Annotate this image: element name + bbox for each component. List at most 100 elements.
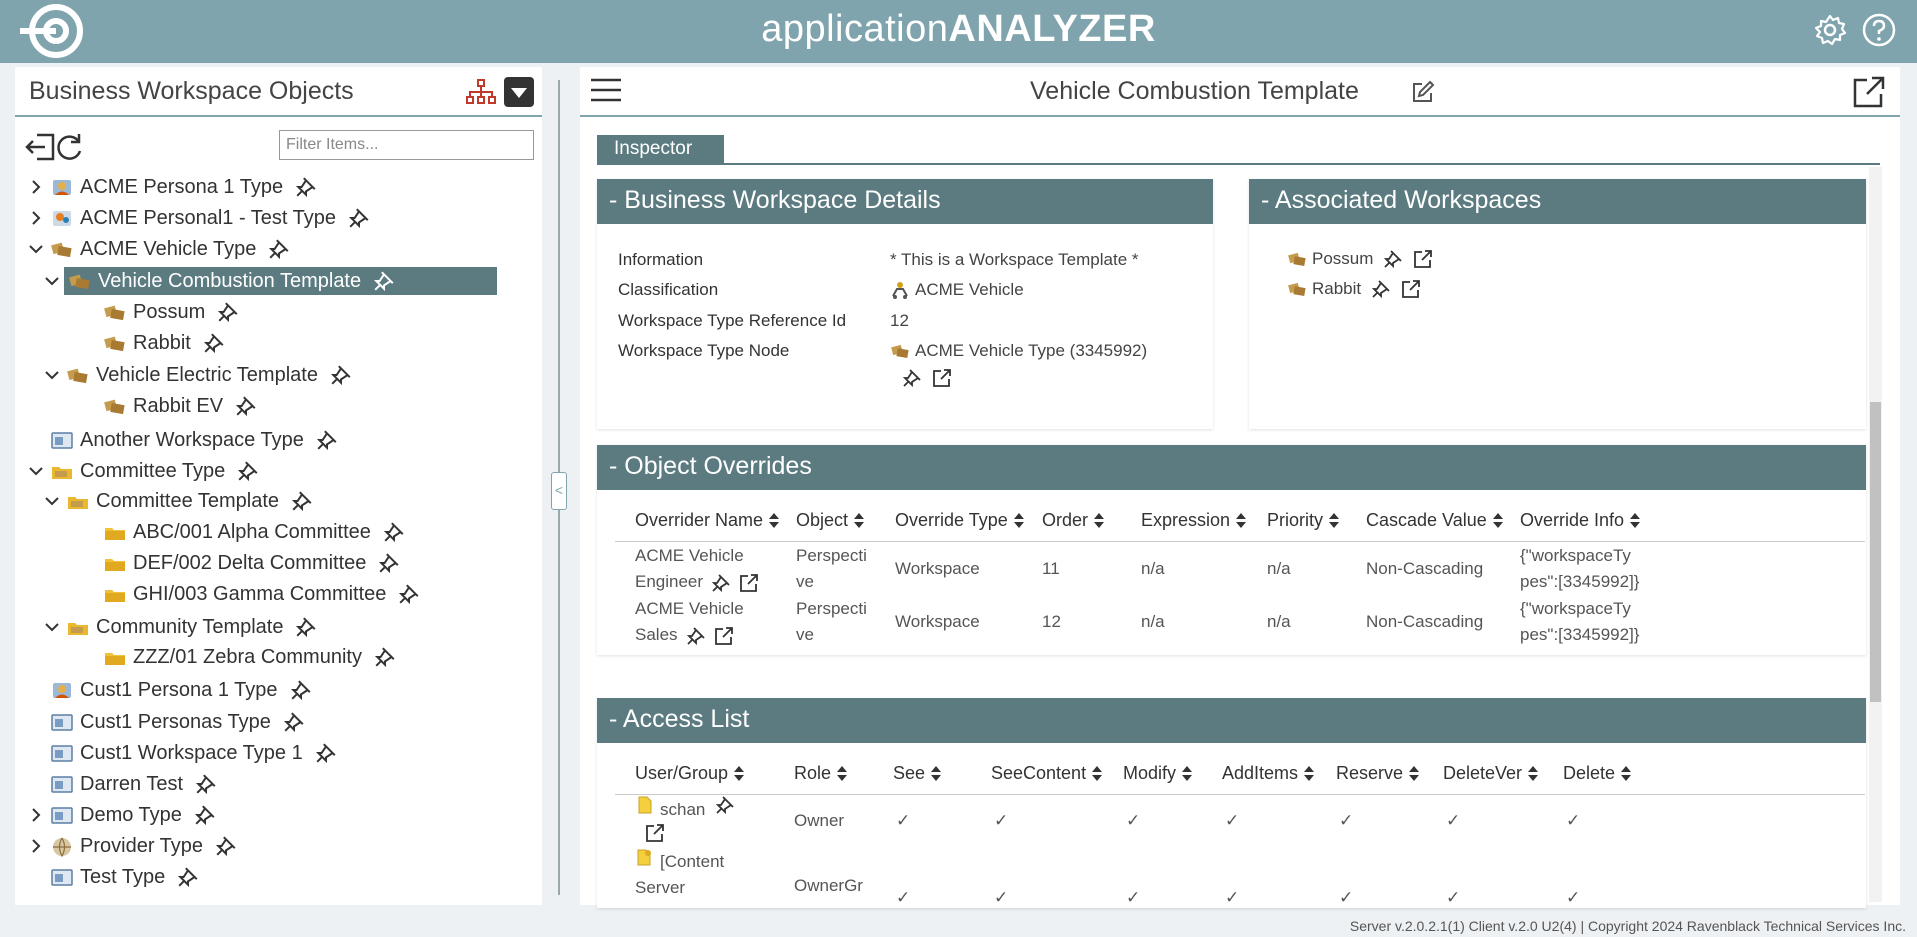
access-user-cell[interactable]: schan (635, 795, 735, 851)
sort-icon[interactable] (1621, 765, 1632, 782)
details-card-heading[interactable]: - Business Workspace Details (597, 179, 1213, 224)
panel-dropdown-button[interactable] (504, 77, 534, 107)
sort-icon[interactable] (1013, 512, 1024, 529)
main-scrollbar[interactable] (1869, 167, 1882, 902)
chevron-right-icon[interactable] (28, 172, 44, 202)
pin-icon[interactable] (194, 804, 216, 826)
open-external-icon[interactable] (932, 368, 952, 388)
tree-item-selected-highlight[interactable]: Vehicle Combustion Template (64, 267, 497, 295)
pin-icon[interactable] (283, 711, 305, 733)
tree-item[interactable]: Rabbit EV (59, 391, 257, 421)
tree-item[interactable]: Cust1 Personas Type (28, 707, 305, 737)
open-external-icon[interactable] (1413, 249, 1433, 269)
pin-icon[interactable] (378, 552, 400, 574)
pin-icon[interactable] (686, 626, 706, 646)
settings-gear-icon[interactable] (1813, 13, 1847, 47)
chevron-right-icon[interactable] (28, 831, 44, 861)
sort-icon[interactable] (854, 512, 865, 529)
access-column-header[interactable]: DeleteVer (1443, 763, 1539, 784)
pin-icon[interactable] (373, 270, 395, 292)
type-node-value[interactable]: ACME Vehicle Type (3345992) (890, 341, 1147, 361)
tree-item[interactable]: Committee Type (28, 456, 259, 486)
pin-icon[interactable] (195, 773, 217, 795)
pin-icon[interactable] (291, 490, 313, 512)
associated-item-possum[interactable]: Possum (1287, 249, 1433, 269)
access-column-header[interactable]: AddItems (1222, 763, 1315, 784)
tree-item[interactable]: Provider Type (28, 831, 237, 861)
chevron-right-icon[interactable] (28, 800, 44, 830)
open-external-icon[interactable] (645, 823, 665, 843)
edit-icon[interactable] (1411, 80, 1435, 104)
overrides-column-header[interactable]: Expression (1141, 510, 1247, 531)
tree-item[interactable]: ZZZ/01 Zebra Community (59, 642, 396, 672)
pin-icon[interactable] (295, 176, 317, 198)
pin-icon[interactable] (348, 207, 370, 229)
tree-item[interactable]: Cust1 Persona 1 Type (28, 675, 312, 705)
chevron-down-icon[interactable] (28, 456, 44, 486)
chevron-down-icon[interactable] (44, 612, 60, 642)
pin-icon[interactable] (237, 460, 259, 482)
tree-item[interactable]: Cust1 Workspace Type 1 (28, 738, 337, 768)
pin-icon[interactable] (268, 238, 290, 260)
pin-icon[interactable] (330, 364, 352, 386)
access-column-header[interactable]: See (893, 763, 942, 784)
sort-icon[interactable] (1409, 765, 1420, 782)
hierarchy-icon[interactable] (465, 78, 497, 106)
access-column-header[interactable]: SeeContent (991, 763, 1103, 784)
overrides-column-header[interactable]: Cascade Value (1366, 510, 1503, 531)
exit-icon[interactable] (23, 131, 57, 163)
filter-items-input[interactable] (279, 130, 534, 160)
open-external-icon[interactable] (1401, 279, 1421, 299)
pin-icon[interactable] (177, 866, 199, 888)
pin-icon[interactable] (295, 616, 317, 638)
pin-icon[interactable] (290, 679, 312, 701)
sort-icon[interactable] (769, 512, 780, 529)
sort-icon[interactable] (1092, 765, 1103, 782)
tree-item[interactable]: GHI/003 Gamma Committee (59, 579, 420, 609)
open-external-icon[interactable] (1852, 75, 1886, 109)
sort-icon[interactable] (1630, 512, 1641, 529)
chevron-down-icon[interactable] (44, 360, 60, 390)
pin-icon[interactable] (711, 573, 731, 593)
overrides-column-header[interactable]: Order (1042, 510, 1105, 531)
access-column-header[interactable]: Modify (1123, 763, 1193, 784)
sort-icon[interactable] (837, 765, 848, 782)
open-external-icon[interactable] (739, 573, 759, 593)
tree-item[interactable]: Vehicle Electric Template (44, 360, 352, 390)
overrides-column-header[interactable]: Object (796, 510, 865, 531)
pin-icon[interactable] (316, 429, 338, 451)
pin-icon[interactable] (398, 583, 420, 605)
pin-icon[interactable] (315, 742, 337, 764)
sort-icon[interactable] (1182, 765, 1193, 782)
sort-icon[interactable] (1528, 765, 1539, 782)
tree-item[interactable]: ABC/001 Alpha Committee (59, 517, 405, 547)
pin-icon[interactable] (902, 368, 922, 388)
sort-icon[interactable] (1304, 765, 1315, 782)
access-card-heading[interactable]: - Access List (597, 698, 1866, 743)
pin-icon[interactable] (217, 301, 239, 323)
pin-icon[interactable] (383, 521, 405, 543)
overrides-column-header[interactable]: Overrider Name (635, 510, 780, 531)
access-column-header[interactable]: Role (794, 763, 848, 784)
hamburger-menu-icon[interactable] (591, 77, 621, 103)
tree-item[interactable]: ACME Personal1 - Test Type (28, 203, 370, 233)
collapse-splitter-handle[interactable]: < (551, 472, 567, 510)
tab-inspector[interactable]: Inspector (597, 135, 724, 163)
associated-item-rabbit[interactable]: Rabbit (1287, 279, 1421, 299)
associated-card-heading[interactable]: - Associated Workspaces (1249, 179, 1866, 224)
sort-icon[interactable] (1236, 512, 1247, 529)
sort-icon[interactable] (734, 765, 745, 782)
sort-icon[interactable] (1329, 512, 1340, 529)
sort-icon[interactable] (1094, 512, 1105, 529)
access-column-header[interactable]: Reserve (1336, 763, 1420, 784)
refresh-icon[interactable] (53, 131, 87, 163)
chevron-right-icon[interactable] (28, 203, 44, 233)
pin-icon[interactable] (235, 395, 257, 417)
tree-item[interactable]: Another Workspace Type (28, 425, 338, 455)
tree-item[interactable]: DEF/002 Delta Committee (59, 548, 400, 578)
scrollbar-thumb[interactable] (1870, 402, 1881, 702)
pin-icon[interactable] (1383, 249, 1403, 269)
access-column-header[interactable]: Delete (1563, 763, 1632, 784)
access-column-header[interactable]: User/Group (635, 763, 745, 784)
sort-icon[interactable] (931, 765, 942, 782)
